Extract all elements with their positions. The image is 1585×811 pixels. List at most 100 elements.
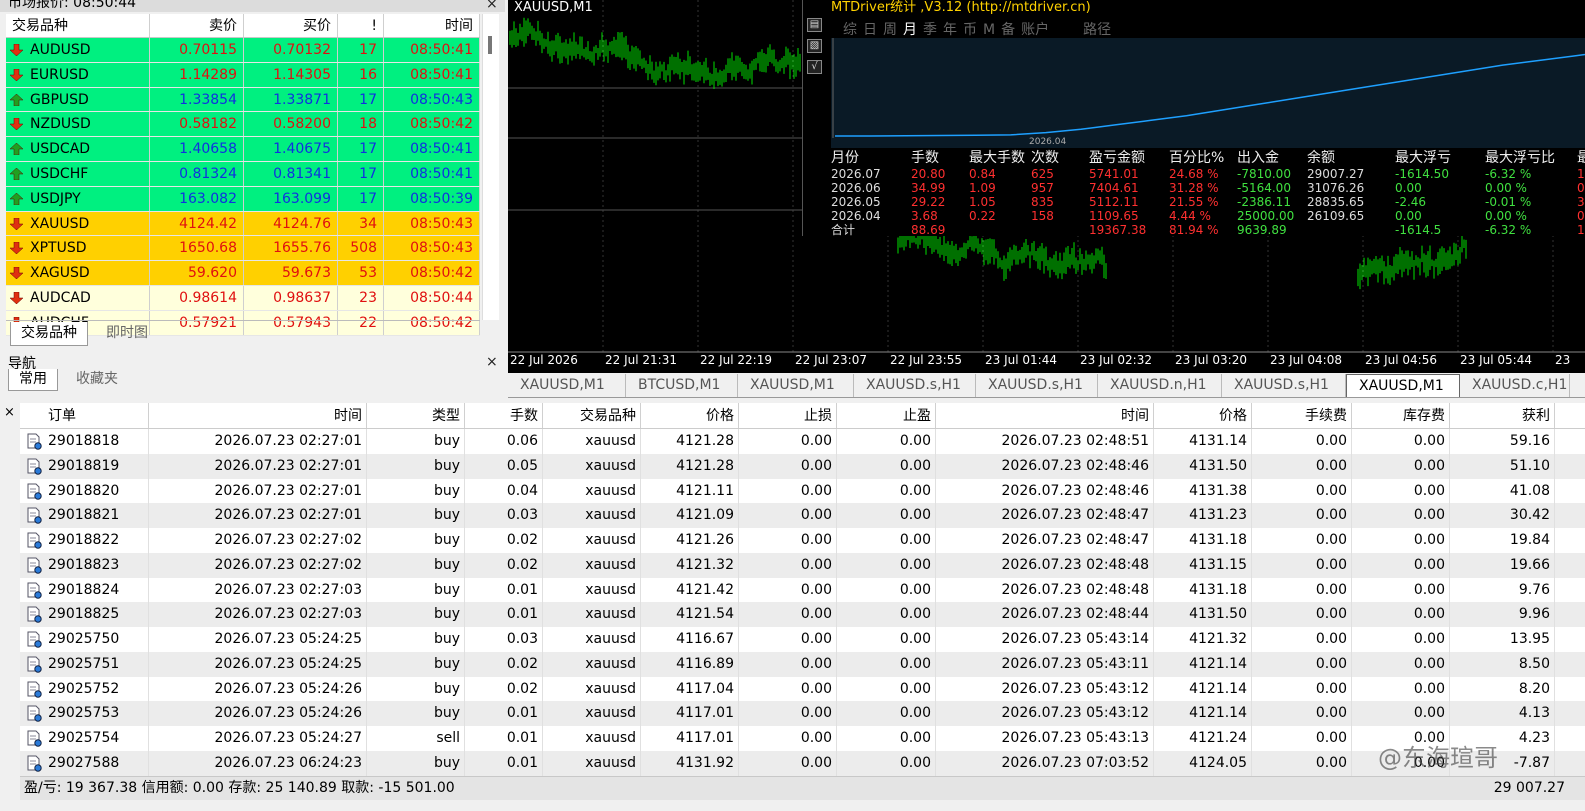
orders-col-header[interactable]: 止损	[739, 403, 837, 428]
order-cell: sell	[367, 726, 465, 751]
order-row[interactable]: 29025753 2026.07.23 05:24:26 buy 0.01 xauusd…	[20, 701, 1585, 726]
order-document-icon	[27, 730, 42, 747]
orders-col-header[interactable]: 获利	[1450, 403, 1555, 428]
stats-cell: 5741.01	[1089, 167, 1139, 181]
order-row[interactable]: 29018820 2026.07.23 02:27:01 buy 0.04 xauusd…	[20, 478, 1585, 504]
market-watch-close-icon[interactable]: ×	[486, 0, 498, 11]
period-tab[interactable]: 季	[923, 22, 937, 38]
terminal-close-icon[interactable]: ×	[4, 405, 15, 420]
order-cell: 2026.07.23 02:48:46	[936, 478, 1154, 504]
orders-col-header[interactable]: 价格	[641, 403, 739, 428]
order-row[interactable]: 29025750 2026.07.23 05:24:25 buy 0.03 xauusd…	[20, 627, 1585, 652]
chart-tab[interactable]: XAUUSD.s,H1	[854, 374, 976, 397]
market-watch-row[interactable]: EURUSD 1.14289 1.14305 16 08:50:41	[6, 62, 480, 88]
navigator-close-icon[interactable]: ×	[486, 355, 498, 369]
market-watch-row[interactable]: USDCHF 0.81324 0.81341 17 08:50:41	[6, 161, 480, 187]
orders-col-header[interactable]: 时间	[936, 403, 1154, 428]
order-cell: 2026.07.23 02:27:01	[149, 503, 367, 528]
stats-row: 2026.04 3.68 0.22 158 1109.65 4.44 % 25000.00 2…	[831, 209, 1585, 223]
chart-tab[interactable]: BTCUSD,M1	[626, 374, 738, 397]
orders-col-header[interactable]: 类型	[367, 403, 465, 428]
spread-cell: 18	[338, 112, 384, 137]
order-row[interactable]: 29018822 2026.07.23 02:27:02 buy 0.02 xauusd…	[20, 528, 1585, 553]
tab-common[interactable]: 常用	[8, 369, 58, 391]
market-watch-row[interactable]: AUDUSD 0.70115 0.70132 17 08:50:41	[6, 38, 480, 63]
col-header-ask[interactable]: 买价	[244, 14, 338, 37]
order-cell: 0.00	[837, 552, 936, 578]
scrollbar-thumb[interactable]	[488, 36, 492, 54]
stats-cell: 158	[1031, 209, 1054, 223]
time-cell: 08:50:43	[384, 236, 480, 261]
check-icon[interactable]: √	[807, 60, 822, 74]
orders-col-header[interactable]: 价格	[1154, 403, 1252, 428]
orders-col-header[interactable]: 时间	[149, 403, 367, 428]
order-cell: 2026.07.23 02:27:02	[149, 528, 367, 553]
stats-cell: 29007.27	[1307, 167, 1365, 181]
col-header-spread[interactable]: !	[338, 14, 384, 37]
orders-col-header[interactable]: 手续费	[1252, 403, 1352, 428]
spread-cell: 16	[338, 62, 384, 87]
order-row[interactable]: 29018821 2026.07.23 02:27:01 buy 0.03 xauusd…	[20, 503, 1585, 528]
market-watch-row[interactable]: GBPUSD 1.33854 1.33871 17 08:50:43	[6, 87, 480, 113]
period-tab[interactable]: 综	[843, 22, 857, 38]
orders-col-header[interactable]: 订单	[20, 403, 149, 428]
period-tab[interactable]: 备	[1001, 22, 1015, 38]
order-row[interactable]: 29025751 2026.07.23 05:24:25 buy 0.02 xauusd…	[20, 651, 1585, 677]
order-row[interactable]: 29018824 2026.07.23 02:27:03 buy 0.01 xauusd…	[20, 577, 1585, 603]
market-watch-row[interactable]: USDCAD 1.40658 1.40675 17 08:50:41	[6, 137, 480, 162]
period-tab[interactable]: 日	[863, 22, 877, 38]
col-header-time[interactable]: 时间	[384, 14, 480, 37]
time-axis-label: 23	[1555, 353, 1571, 367]
order-cell: 19.66	[1450, 552, 1555, 578]
period-tab[interactable]: 周	[883, 22, 897, 38]
market-watch-header: 交易品种 卖价 买价 ! 时间	[6, 14, 480, 38]
order-row[interactable]: 29018818 2026.07.23 02:27:01 buy 0.06 xauusd…	[20, 429, 1585, 454]
order-cell: 0.00	[1252, 676, 1352, 702]
col-header-bid[interactable]: 卖价	[150, 14, 244, 37]
price-chart[interactable]: XAUUSD,M1 MTDriver统计 ,V3.12 (http://mtdr…	[508, 0, 1585, 373]
order-cell: 0.00	[739, 627, 837, 652]
orders-col-header[interactable]: 库存费	[1352, 403, 1450, 428]
table-icon[interactable]: ▤	[807, 18, 822, 32]
order-row[interactable]: 29025752 2026.07.23 05:24:26 buy 0.02 xauusd…	[20, 676, 1585, 702]
chart-tab[interactable]: XAUUSD.c,H1	[1460, 374, 1570, 397]
chart-tab[interactable]: XAUUSD.s,H1	[976, 374, 1098, 397]
market-watch-scrollbar[interactable]	[482, 14, 499, 320]
period-tab[interactable]: M	[983, 22, 995, 38]
chart-tab[interactable]: XAUUSD,M1	[1346, 374, 1460, 397]
market-watch-row[interactable]: XPTUSD 1650.68 1655.76 508 08:50:43	[6, 236, 480, 262]
chart-tab[interactable]: XAUUSD,M1	[738, 374, 854, 397]
chart-tab[interactable]: XAUUSD.s,H1	[1222, 374, 1346, 397]
tab-symbols[interactable]: 交易品种	[10, 322, 88, 346]
chart-toggle-icon[interactable]: ▧	[807, 39, 822, 53]
period-tab[interactable]: 月	[903, 22, 917, 38]
order-row[interactable]: 29018825 2026.07.23 02:27:03 buy 0.01 xauusd…	[20, 602, 1585, 627]
chart-tab[interactable]: XAUUSD,M1	[508, 374, 626, 397]
period-tab[interactable]: 账户	[1021, 22, 1049, 38]
order-row[interactable]: 29018819 2026.07.23 02:27:01 buy 0.05 xauusd…	[20, 453, 1585, 479]
market-watch-row[interactable]: NZDUSD 0.58182 0.58200 18 08:50:42	[6, 112, 480, 138]
order-row[interactable]: 29025754 2026.07.23 05:24:27 sell 0.01 xauus…	[20, 726, 1585, 751]
bid-cell: 0.70115	[150, 38, 244, 62]
period-tab[interactable]: 年	[943, 22, 957, 38]
market-watch-row[interactable]: XAGUSD 59.620 59.673 53 08:50:42	[6, 261, 480, 286]
period-tab[interactable]: 路径	[1083, 22, 1111, 38]
order-cell: xauusd	[543, 627, 641, 652]
order-row[interactable]: 29018823 2026.07.23 02:27:02 buy 0.02 xauusd…	[20, 552, 1585, 578]
col-header-symbol[interactable]: 交易品种	[6, 14, 150, 37]
market-watch-row[interactable]: USDJPY 163.082 163.099 17 08:50:39	[6, 186, 480, 212]
order-cell: 2026.07.23 02:48:44	[936, 602, 1154, 627]
market-watch-row[interactable]: AUDCAD 0.98614 0.98637 23 08:50:44	[6, 285, 480, 311]
orders-col-header[interactable]: 交易品种	[543, 403, 641, 428]
orders-col-header[interactable]: 手数	[465, 403, 543, 428]
order-row[interactable]: 29027588 2026.07.23 06:24:23 buy 0.01 xauusd…	[20, 750, 1585, 776]
order-document-icon	[27, 705, 42, 722]
tab-tick-chart[interactable]: 即时图	[96, 322, 158, 346]
chart-tab[interactable]: XAUUSD.n,H1	[1098, 374, 1222, 397]
ask-cell: 1655.76	[244, 236, 338, 261]
market-watch-row[interactable]: XAUUSD 4124.42 4124.76 34 08:50:43	[6, 211, 480, 237]
order-cell: 4131.15	[1154, 552, 1252, 578]
period-tab[interactable]: 币	[963, 22, 977, 38]
tab-favorites[interactable]: 收藏夹	[66, 369, 128, 391]
orders-col-header[interactable]: 止盈	[837, 403, 936, 428]
